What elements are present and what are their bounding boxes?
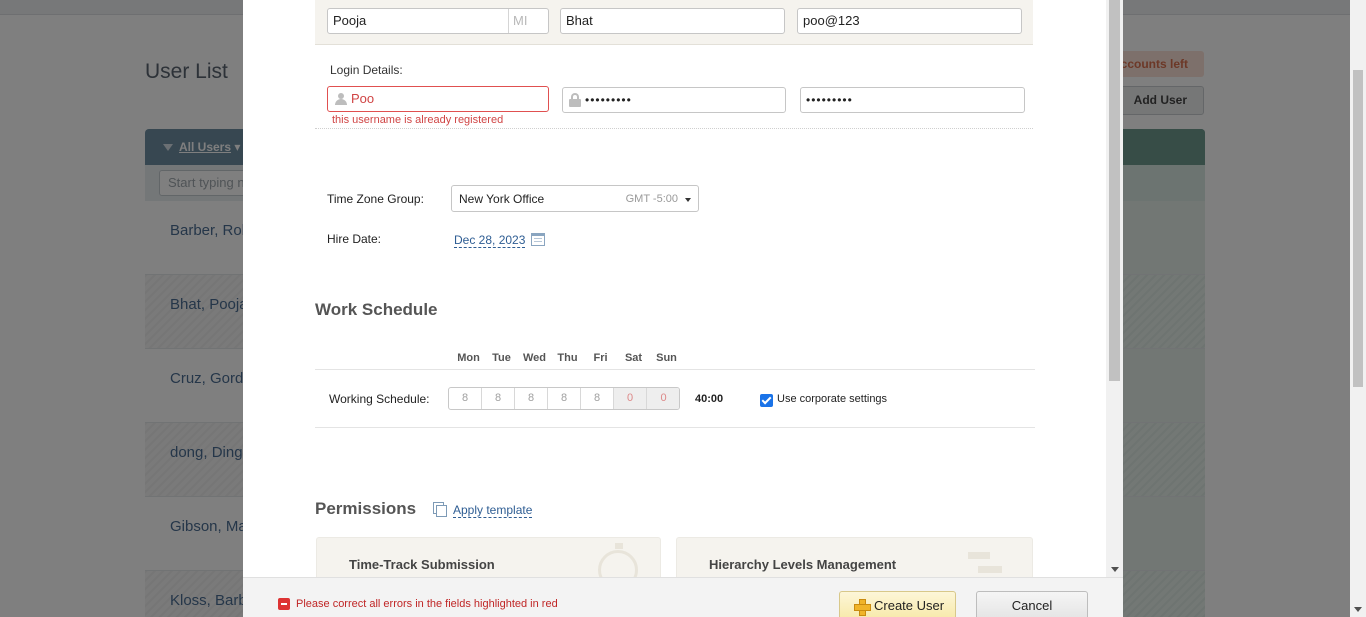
username-error-message: this username is already registered [332,114,504,126]
working-schedule-label: Working Schedule: [329,392,430,406]
day-header: Wed [522,352,547,364]
divider [315,128,1033,129]
hire-date-link[interactable]: Dec 28, 2023 [454,233,526,248]
card-title: Time-Track Submission [349,557,495,572]
login-details-label: Login Details: [330,63,403,77]
lock-icon [569,93,581,107]
hire-date-label: Hire Date: [327,232,382,246]
cancel-button[interactable]: Cancel [976,591,1088,617]
first-name-input[interactable]: Pooja MI [327,8,549,34]
chevron-down-icon [685,198,691,202]
hours-input-wed[interactable]: 8 [515,388,548,409]
calendar-icon[interactable] [531,233,545,246]
day-header: Sat [624,352,643,364]
user-icon [335,93,347,105]
divider [315,369,1035,370]
form-error-message: Please correct all errors in the fields … [296,598,558,610]
apply-template-link[interactable]: Apply template [453,503,533,518]
use-corporate-checkbox[interactable] [760,394,773,407]
password-value: ••••••••• [585,93,632,107]
create-user-button[interactable]: Create User [839,591,956,617]
hours-input-tue[interactable]: 8 [482,388,515,409]
schedule-hours: 8 8 8 8 8 0 0 [448,387,680,410]
divider [315,427,1035,428]
plus-icon [854,599,871,616]
permissions-title: Permissions [315,499,417,518]
hours-input-mon[interactable]: 8 [449,388,482,409]
day-header: Fri [593,352,608,364]
schedule-total: 40:00 [695,393,724,405]
dialog-scrollbar-thumb[interactable] [1109,0,1120,381]
middle-initial-input[interactable]: MI [508,9,548,33]
timezone-value: New York Office [459,192,545,206]
copy-template-icon [433,502,447,517]
hours-input-thu[interactable]: 8 [548,388,581,409]
day-header: Tue [492,352,511,364]
timezone-label: Time Zone Group: [327,192,424,206]
card-title: Hierarchy Levels Management [709,557,897,572]
timezone-offset: GMT -5:00 [625,193,678,205]
page-scrollbar-thumb[interactable] [1353,70,1363,387]
confirm-password-input[interactable]: ••••••••• [800,87,1025,113]
hierarchy-icon [968,552,1002,578]
work-schedule-title: Work Schedule [315,300,438,319]
dialog-footer: Please correct all errors in the fields … [243,577,1123,617]
last-name-input[interactable]: Bhat [560,8,785,34]
username-input[interactable]: Poo [327,86,549,112]
day-header: Sun [656,352,677,364]
page-scrollbar[interactable] [1350,0,1366,617]
day-header: Mon [457,352,480,364]
password-input[interactable]: ••••••••• [562,87,786,113]
hours-input-sun[interactable]: 0 [647,388,679,409]
error-icon [278,598,290,610]
create-user-label: Create User [874,598,945,613]
day-header: Thu [557,352,578,364]
hours-input-sat[interactable]: 0 [614,388,647,409]
first-name-value: Pooja [333,13,367,28]
email-input[interactable]: poo@123 [797,8,1022,34]
hours-input-fri[interactable]: 8 [581,388,614,409]
use-corporate-label[interactable]: Use corporate settings [777,393,887,405]
create-user-dialog: Pooja MI Bhat poo@123 Login Details: Poo… [243,0,1123,617]
scroll-down-arrow-icon[interactable] [1111,567,1119,572]
timezone-select[interactable]: New York Office GMT -5:00 [451,185,699,212]
username-value: Poo [351,91,375,106]
scroll-down-arrow-icon[interactable] [1354,607,1362,612]
dialog-scrollbar[interactable] [1106,0,1123,577]
